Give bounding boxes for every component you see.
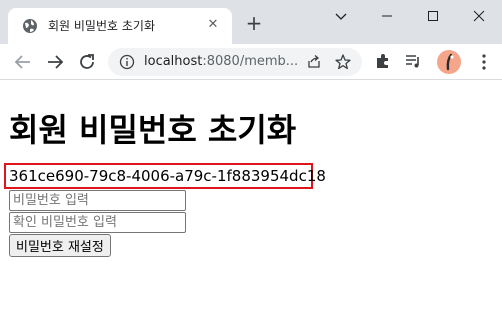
tab-close-icon[interactable]: ✕	[204, 16, 222, 34]
extensions-icon[interactable]	[374, 52, 392, 74]
back-icon[interactable]	[12, 51, 34, 73]
confirm-password-field[interactable]	[9, 212, 186, 233]
page-content: 회원 비밀번호 초기화 361ce690-79c8-4006-a79c-1f88…	[0, 80, 502, 332]
url-host: localhost	[144, 54, 203, 69]
page-title: 회원 비밀번호 초기화	[9, 111, 297, 149]
share-icon[interactable]	[306, 54, 322, 74]
maximize-button[interactable]	[410, 0, 456, 32]
reset-password-button[interactable]: 비밀번호 재설정	[9, 234, 111, 257]
browser-titlebar: 회원 비밀번호 초기화 ✕ +	[0, 0, 502, 44]
star-icon[interactable]	[334, 53, 352, 75]
info-icon[interactable]	[119, 54, 135, 74]
browser-toolbar: localhost:8080/memb...	[0, 44, 502, 80]
new-tab-button[interactable]: +	[244, 13, 264, 34]
url-text: localhost:8080/memb...	[144, 54, 298, 69]
browser-tab[interactable]: 회원 비밀번호 초기화 ✕	[8, 8, 232, 44]
forward-icon[interactable]	[44, 51, 66, 73]
menu-icon[interactable]	[476, 52, 492, 76]
tab-title: 회원 비밀번호 초기화	[48, 19, 155, 33]
address-bar[interactable]: localhost:8080/memb...	[108, 48, 362, 76]
globe-icon	[22, 18, 38, 34]
reset-token: 361ce690-79c8-4006-a79c-1f883954dc18	[4, 163, 326, 189]
media-icon[interactable]	[404, 52, 422, 74]
avatar[interactable]	[437, 50, 461, 74]
reload-icon[interactable]	[76, 51, 98, 73]
password-field[interactable]	[9, 190, 186, 211]
url-path: :8080/memb...	[202, 54, 299, 69]
minimize-button[interactable]	[364, 0, 410, 32]
close-window-button[interactable]	[456, 0, 502, 32]
tab-search-button[interactable]	[318, 0, 364, 32]
